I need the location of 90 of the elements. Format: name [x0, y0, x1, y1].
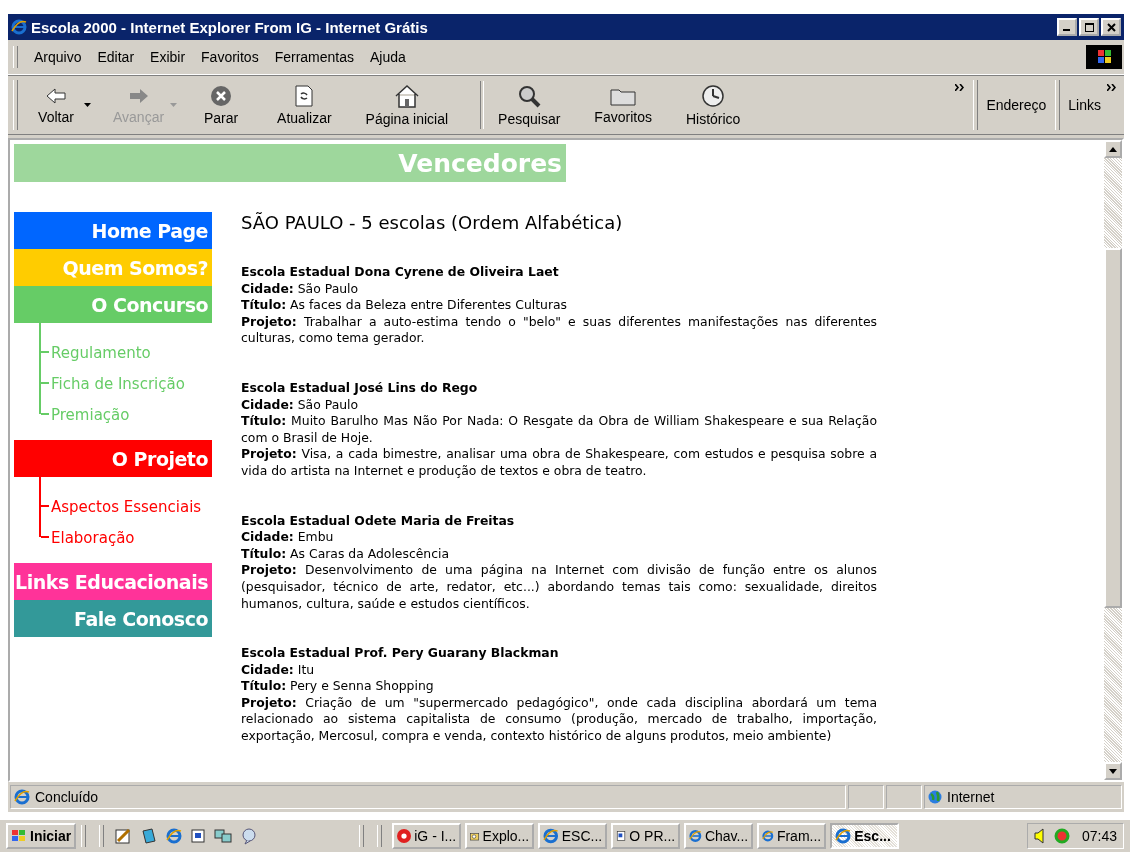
nav-link[interactable]: O Projeto [14, 440, 212, 477]
browser-icon [762, 828, 774, 844]
browser-icon [166, 828, 183, 844]
project-title: Título: As Caras da Adolescência [241, 545, 451, 563]
nav-sublink[interactable]: Aspectos Essenciais [51, 497, 202, 516]
toolbar-button[interactable]: Pesquisar [490, 81, 569, 129]
tree-line [39, 383, 51, 414]
project-title: Título: Muito Barulho Mas Não Por Nada: O Resgate da Obra de William Shakespeare e sua Relação com o Brasil de Hoje. [241, 413, 877, 447]
scroll-thumb[interactable] [1104, 248, 1122, 608]
home-icon [393, 83, 420, 108]
taskbar-button[interactable]: O PR... [611, 823, 681, 849]
links-button[interactable]: Links [1068, 97, 1101, 113]
toolbar-button[interactable]: Favoritos [586, 83, 660, 127]
status-pane [886, 785, 922, 809]
project-description: Projeto: Desenvolvimento de uma página na Internet com divisão de função entre os alunos (pesquisador, técnico de arte, redator, etc...) abordando temas tais como: sexualidade, direitos humanos, cultura, saúde e estudos científicos. [241, 562, 877, 613]
close-button[interactable] [1101, 18, 1121, 36]
globe-icon [928, 790, 942, 804]
browser-icon [689, 828, 702, 844]
toolbar-button[interactable]: Parar [191, 82, 252, 128]
maximize-icon [1084, 22, 1094, 32]
taskbar-button[interactable]: ESC... [538, 823, 608, 849]
taskbar-button[interactable]: Explo... [465, 823, 535, 849]
dropdown-caret-icon[interactable] [84, 103, 91, 107]
clock-icon [701, 83, 726, 108]
taskbar-button[interactable]: Chav... [684, 823, 754, 849]
project-description: Projeto: Trabalhar a auto-estima tendo o "belo" e suas diferentes manifestações nas diferentes culturas, como tema gerador. [241, 313, 877, 347]
scroll-down-button[interactable] [1104, 762, 1122, 780]
back-arrow-icon [45, 85, 67, 106]
logo-icon [397, 828, 412, 844]
stop-icon [210, 84, 233, 107]
chat-bubble-icon[interactable] [240, 827, 259, 845]
school-city: Cidade: São Paulo [241, 396, 360, 414]
maximize-button[interactable] [1079, 18, 1099, 36]
menu-item[interactable]: Editar [89, 49, 143, 65]
status-pane [848, 785, 884, 809]
project-title: Título: Pery e Senna Shopping [241, 678, 435, 695]
school-city: Cidade: São Paulo [241, 280, 360, 298]
school-city: Cidade: Itu [241, 661, 316, 679]
nav-sublink[interactable]: Elaboração [51, 528, 135, 547]
toolbar-button[interactable]: Página inicial [357, 81, 457, 129]
clock: 07:43 [1081, 828, 1117, 844]
school-name: Escola Estadual Dona Cyrene de Oliveira Laet [241, 264, 560, 281]
pencil-icon[interactable] [114, 827, 133, 845]
school-city: Cidade: Embu [241, 529, 335, 546]
up-arrow-icon [1109, 146, 1117, 152]
browser-icon [835, 828, 852, 844]
toolbar-button[interactable]: Histórico [677, 81, 749, 129]
chevron-icon[interactable] [955, 84, 965, 91]
search-icon [517, 83, 542, 108]
windows-logo-icon [1086, 45, 1122, 69]
toolbar-button[interactable]: Voltar [26, 83, 86, 127]
project-description: Projeto: Visa, a cada bimestre, analisar uma obra de Shakespeare, com estudos e pesquisa sobre a vida do artista na Internet e produção de textos e obra de teatro. [241, 446, 877, 480]
project-title: Título: As faces da Beleza entre Diferentes Culturas [241, 297, 569, 314]
window-title: Escola 2000 - Internet Explorer From IG - Internet Grátis [31, 18, 429, 36]
status-text: Concluído [35, 789, 99, 805]
document-icon [616, 828, 627, 844]
menu-item[interactable]: Favoritos [193, 49, 267, 65]
menu-item[interactable]: Ferramentas [266, 49, 362, 65]
school-name: Escola Estadual Odete Maria de Freitas [241, 512, 516, 530]
taskbar-button[interactable]: iG - I... [392, 823, 462, 849]
school-name: Escola Estadual Prof. Pery Guarany Blackman [241, 645, 560, 662]
scrollbar[interactable] [1104, 140, 1122, 780]
browser-icon [543, 828, 559, 844]
security-zone: Internet [947, 789, 995, 805]
chevron-icon[interactable] [1107, 84, 1116, 91]
project-description: Projeto: Criação de um "supermercado pedagógico", onde cada disciplina abordará um tema relacionado ao sistema capitalista de consumo (produção, mercado de trabalho, importação, exportação, Mercosul, compra e venda, contexto histórico de alguns produtos, meio ambiente) [241, 694, 877, 745]
banner-title: Vencedores [398, 148, 562, 178]
page-icon [14, 789, 30, 805]
window-icon[interactable] [190, 828, 207, 844]
taskbar-button[interactable]: Esc... [830, 823, 900, 849]
toolbar-button[interactable]: Atualizar [269, 82, 340, 128]
close-icon [1106, 22, 1116, 32]
shield-icon[interactable] [1053, 828, 1070, 844]
sync-icon[interactable] [214, 828, 233, 844]
browser-icon [11, 19, 27, 35]
address-label[interactable]: Endereço [986, 97, 1047, 113]
notebook-icon[interactable] [140, 827, 159, 845]
start-button[interactable]: Iniciar [6, 823, 77, 849]
down-arrow-icon [1109, 768, 1117, 774]
windows-flag-icon [11, 829, 27, 843]
minimize-button[interactable] [1057, 18, 1077, 36]
menu-item[interactable]: Arquivo [26, 49, 90, 65]
refresh-icon [294, 84, 315, 107]
school-name: Escola Estadual José Lins do Rego [241, 379, 479, 397]
taskbar-button[interactable]: Fram... [757, 823, 827, 849]
nav-link[interactable]: Home Page [14, 212, 212, 249]
menu-item[interactable]: Exibir [142, 49, 194, 65]
menu-item[interactable]: Ajuda [362, 49, 414, 65]
page-heading: SÃO PAULO - 5 escolas (Ordem Alfabética) [241, 212, 624, 234]
scroll-up-button[interactable] [1104, 140, 1122, 158]
